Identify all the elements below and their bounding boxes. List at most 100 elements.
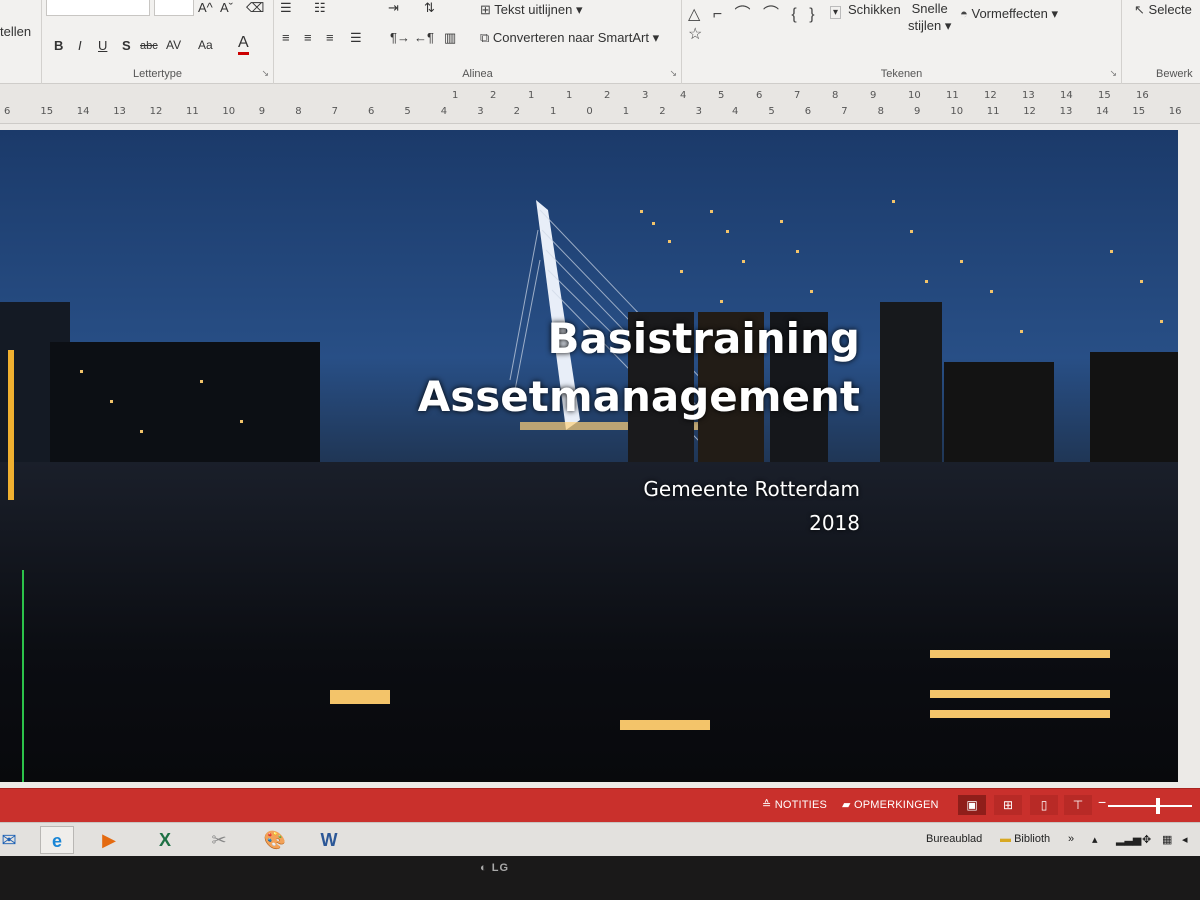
ruler-tick: 3	[477, 106, 484, 117]
convert-smartart-button[interactable]: ⧉ Converteren naar SmartArt ▾	[480, 30, 659, 46]
ruler-tick-top: 14	[1060, 90, 1073, 101]
ribbon: tellen A^ Aˇ ⌫ B I U S abc AV Aa A Lette…	[0, 0, 1200, 84]
left-partial-label[interactable]: tellen	[0, 24, 31, 39]
align-center-icon[interactable]: ≡	[304, 30, 312, 45]
font-group: A^ Aˇ ⌫ B I U S abc AV Aa A Lettertype ↘	[42, 0, 274, 84]
tray-library-toolbar[interactable]: ▬ Biblioth	[1000, 833, 1050, 845]
volume-icon[interactable]: ◂	[1182, 833, 1188, 846]
monitor-bezel: ◐ LG	[0, 856, 1200, 900]
bold-button[interactable]: B	[54, 38, 63, 53]
ruler-tick: 6	[804, 106, 812, 117]
ruler-tick-top: 4	[680, 90, 687, 101]
slide-title[interactable]: Basistraining Assetmanagement	[400, 310, 860, 426]
slide-subtitle[interactable]: Gemeente Rotterdam 2018	[560, 472, 860, 540]
tray-more-chevron[interactable]: »	[1068, 833, 1074, 845]
ruler-tick: 15	[40, 106, 54, 117]
align-right-icon[interactable]: ≡	[326, 30, 334, 45]
ruler-tick: 4	[732, 106, 739, 117]
change-case-button[interactable]: Aa	[198, 38, 213, 52]
slide[interactable]: Basistraining Assetmanagement Gemeente R…	[0, 130, 1178, 782]
media-player-icon[interactable]: ▶	[92, 826, 126, 854]
numbering-icon[interactable]: ☷	[314, 0, 326, 16]
font-color-button[interactable]: A	[238, 34, 249, 55]
ruler-tick: 1	[550, 106, 557, 117]
ruler-tick: 12	[1023, 106, 1036, 117]
ruler-tick-top: 1	[452, 90, 459, 101]
zoom-out-icon[interactable]: −	[1098, 794, 1106, 810]
ruler-tick: 8	[877, 106, 884, 117]
notes-button[interactable]: ≙ NOTITIES	[762, 798, 827, 811]
outlook-icon[interactable]: ✉	[0, 826, 26, 854]
shapes-gallery[interactable]: △ ⌐ ⌒ ⌒ { } ☆	[688, 0, 828, 43]
quick-styles-button[interactable]: Snelle stijlen ▾	[908, 0, 951, 34]
align-left-icon[interactable]: ≡	[282, 30, 290, 45]
columns-icon[interactable]: ▥	[444, 30, 456, 46]
comments-button[interactable]: ▰ OPMERKINGEN	[842, 798, 939, 811]
paragraph-group: ☰ ☷ ⇥ ⇅ ⊞ Tekst uitlijnen ▾ ≡ ≡ ≡ ☰ ¶→ ←…	[274, 0, 682, 84]
font-name-box[interactable]	[46, 0, 150, 16]
arrange-button[interactable]: Schikken	[848, 2, 901, 17]
horizontal-ruler: 1 2 1 1 2 3 4 5 6 7 8 9 10 11 12 13 14 15 16 6 15 14 13 12 11 10 9…	[0, 84, 1200, 124]
ruler-tick-top: 12	[984, 90, 997, 101]
shape-effects-button[interactable]: ◓ Vormeffecten ▾	[960, 6, 1058, 22]
font-size-box[interactable]	[154, 0, 194, 16]
font-group-label: Lettertype	[133, 68, 182, 80]
tray-library-label: Biblioth	[1014, 833, 1051, 845]
paragraph-dialog-launcher-icon[interactable]: ↘	[669, 68, 677, 79]
ruler-tick-top: 11	[946, 90, 959, 101]
drawing-dialog-launcher-icon[interactable]: ↘	[1109, 68, 1117, 79]
network-icon[interactable]: ▦	[1162, 833, 1172, 846]
select-button[interactable]: ↖ Selecte	[1134, 2, 1192, 18]
ruler-tick: 6	[4, 106, 11, 117]
underline-button[interactable]: U	[98, 38, 107, 53]
shapes-gallery-scroll-icon[interactable]: ▾	[830, 6, 842, 19]
ruler-tick: 7	[841, 106, 848, 117]
ruler-tick-top: 10	[908, 90, 921, 101]
italic-button[interactable]: I	[78, 38, 82, 53]
font-dialog-launcher-icon[interactable]: ↘	[261, 68, 269, 79]
ruler-tick: 14	[1096, 106, 1109, 117]
comment-icon: ▰	[842, 799, 851, 811]
convert-smartart-label: Converteren naar SmartArt	[492, 30, 649, 45]
word-icon[interactable]: W	[312, 826, 346, 854]
character-spacing-button[interactable]: AV	[166, 38, 181, 52]
shape-effects-icon: ◓	[960, 6, 968, 21]
zoom-slider-thumb[interactable]	[1156, 798, 1160, 814]
tray-overflow-icon[interactable]: ▴	[1092, 833, 1098, 846]
normal-view-icon[interactable]: ▣	[958, 795, 986, 815]
align-text-button[interactable]: ⊞ Tekst uitlijnen ▾	[480, 2, 582, 18]
clear-formatting-icon[interactable]: ⌫	[246, 0, 264, 16]
tray-desktop-toolbar[interactable]: Bureaublad	[926, 833, 982, 845]
excel-icon[interactable]: X	[148, 826, 182, 854]
editing-group: ↖ Selecte Bewerk	[1122, 0, 1200, 84]
ruler-tick: 9	[258, 106, 266, 117]
reading-view-icon[interactable]: ▯	[1030, 795, 1058, 815]
ribbon-group-left: tellen	[0, 0, 42, 84]
shadow-button[interactable]: S	[122, 38, 131, 53]
monitor-brand-logo: ◐ LG	[480, 862, 509, 874]
bullets-icon[interactable]: ☰	[280, 0, 292, 16]
slideshow-icon[interactable]: ⊤	[1064, 795, 1092, 815]
paragraph-group-label: Alinea	[462, 68, 493, 80]
ruler-tick-top: 15	[1098, 90, 1111, 101]
ruler-tick: 11	[186, 106, 199, 117]
ruler-tick: 6	[368, 106, 375, 117]
text-direction-icon[interactable]: ⇅	[424, 0, 435, 16]
paint-icon[interactable]: 🎨	[258, 826, 292, 854]
strikethrough-button[interactable]: abc	[140, 40, 158, 52]
zoom-slider-track[interactable]	[1108, 805, 1192, 807]
ltr-icon[interactable]: ¶→	[390, 30, 410, 45]
ruler-tick: 4	[440, 106, 448, 117]
justify-icon[interactable]: ☰	[350, 30, 362, 46]
indent-icon[interactable]: ⇥	[388, 0, 399, 16]
internet-explorer-icon[interactable]: e	[40, 826, 74, 854]
grow-font-button[interactable]: A^	[198, 0, 213, 15]
shrink-font-button[interactable]: Aˇ	[220, 0, 233, 15]
rtl-icon[interactable]: ←¶	[414, 30, 434, 45]
slide-sorter-icon[interactable]: ⊞	[994, 795, 1022, 815]
snipping-tool-icon[interactable]: ✂	[202, 826, 236, 854]
comments-label: OPMERKINGEN	[853, 799, 939, 811]
dropbox-icon[interactable]: ✥	[1142, 833, 1151, 846]
ruler-tick: 2	[659, 106, 666, 117]
ruler-tick: 12	[149, 106, 163, 117]
